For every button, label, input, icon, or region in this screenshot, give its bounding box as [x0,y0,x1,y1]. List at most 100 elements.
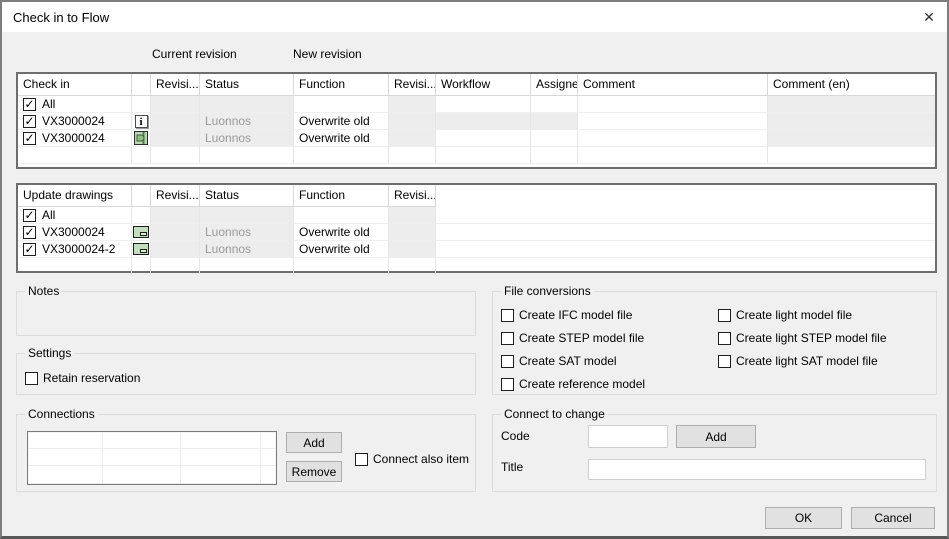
check-in-table: Check in Revisi... Status Function Revis… [16,72,937,169]
file-conversions-group: File conversions Create IFC model file C… [492,291,937,395]
workflow-cell[interactable] [436,96,531,113]
assignee-cell[interactable] [531,96,578,113]
col-header-revision-new[interactable]: Revisi... [389,185,436,207]
check-icon: ✓ [24,115,34,127]
comment-en-cell [768,96,935,113]
revision-new-cell [389,207,436,224]
drawings-row-2-name: ✓ VX3000024-2 [18,241,132,258]
status-cell: Luonnos [200,224,294,241]
col-header-workflow[interactable]: Workflow [436,74,531,96]
col-header-revision-new[interactable]: Revisi... [389,74,436,96]
empty-cell [151,258,200,275]
col-header-comment[interactable]: Comment [578,74,768,96]
checkin-all-checkbox[interactable]: ✓ [23,98,36,111]
file-conversions-label: File conversions [501,284,594,299]
empty-cell [294,147,389,164]
list-cell [103,432,181,449]
col-header-function[interactable]: Function [294,185,389,207]
revision-old-cell [151,130,200,147]
notes-group: Notes [16,291,476,336]
list-cell [261,449,276,466]
col-header-status[interactable]: Status [200,185,294,207]
col-header-assignee[interactable]: Assignee [531,74,578,96]
function-cell[interactable] [294,96,389,113]
revision-old-cell [151,96,200,113]
create-reference-option: Create reference model [501,377,645,391]
current-revision-label: Current revision [152,47,237,61]
title-label: Title [501,460,523,474]
create-light-sat-checkbox[interactable] [718,355,731,368]
create-sat-checkbox[interactable] [501,355,514,368]
drawings-row-2-checkbox[interactable]: ✓ [23,243,36,256]
drawings-row-all-name: ✓ All [18,207,132,224]
col-header-status[interactable]: Status [200,74,294,96]
workflow-cell[interactable] [436,130,531,147]
close-icon[interactable]: ✕ [913,2,945,32]
create-step-option: Create STEP model file [501,331,644,345]
col-header-revision-old[interactable]: Revisi... [151,74,200,96]
empty-cell [768,147,935,164]
comment-cell[interactable] [578,113,768,130]
new-revision-label: New revision [293,47,362,61]
connect-also-item-option: Connect also item [355,452,469,466]
function-cell[interactable]: Overwrite old [294,224,389,241]
icon-cell: i [132,113,151,130]
notes-label: Notes [25,284,62,299]
col-header-icon[interactable] [132,185,151,207]
check-icon: ✓ [24,243,34,255]
comment-cell[interactable] [578,130,768,147]
connections-list[interactable] [27,431,277,485]
function-cell[interactable]: Overwrite old [294,113,389,130]
window-title: Check in to Flow [2,10,109,25]
col-header-revision-old[interactable]: Revisi... [151,185,200,207]
drawings-all-checkbox[interactable]: ✓ [23,209,36,222]
connections-remove-button[interactable]: Remove [286,461,342,482]
create-light-step-checkbox[interactable] [718,332,731,345]
connections-add-button[interactable]: Add [286,432,342,453]
function-cell[interactable]: Overwrite old [294,241,389,258]
retain-reservation-checkbox[interactable] [25,372,38,385]
create-reference-checkbox[interactable] [501,378,514,391]
connect-also-item-checkbox[interactable] [355,453,368,466]
comment-cell[interactable] [578,96,768,113]
list-cell [28,449,103,466]
row-label: VX3000024 [42,114,105,128]
drawing-titleblock [140,232,147,236]
check-icon: ✓ [24,132,34,144]
connections-label: Connections [25,407,98,422]
revision-new-cell [389,241,436,258]
col-header-icon[interactable] [132,74,151,96]
create-ifc-checkbox[interactable] [501,309,514,322]
col-header-update-drawings[interactable]: Update drawings [18,185,132,207]
empty-cell [294,258,389,275]
model-icon [134,131,148,145]
code-input[interactable] [588,425,668,448]
col-header-function[interactable]: Function [294,74,389,96]
col-header-check-in[interactable]: Check in [18,74,132,96]
create-light-model-checkbox[interactable] [718,309,731,322]
checkin-row-2-checkbox[interactable]: ✓ [23,132,36,145]
drawings-row-1-checkbox[interactable]: ✓ [23,226,36,239]
empty-cell [132,258,151,275]
cancel-button[interactable]: Cancel [851,507,935,529]
revision-new-cell [389,113,436,130]
change-add-button[interactable]: Add [676,425,756,448]
create-light-sat-option: Create light SAT model file [718,354,878,368]
connect-also-item-label: Connect also item [373,452,469,466]
empty-cell [436,241,935,258]
title-input[interactable] [588,459,926,480]
col-header-comment-en[interactable]: Comment (en) [768,74,935,96]
function-cell[interactable]: Overwrite old [294,130,389,147]
ok-button[interactable]: OK [765,507,842,529]
create-light-sat-label: Create light SAT model file [736,354,878,368]
create-light-model-label: Create light model file [736,308,852,322]
assignee-cell[interactable] [531,130,578,147]
create-step-checkbox[interactable] [501,332,514,345]
empty-cell [18,258,132,275]
list-cell [181,466,261,484]
row-label: All [42,97,55,111]
update-drawings-table: Update drawings Revisi... Status Functio… [16,183,937,273]
settings-group: Settings Retain reservation [16,353,476,395]
function-cell[interactable] [294,207,389,224]
checkin-row-1-checkbox[interactable]: ✓ [23,115,36,128]
